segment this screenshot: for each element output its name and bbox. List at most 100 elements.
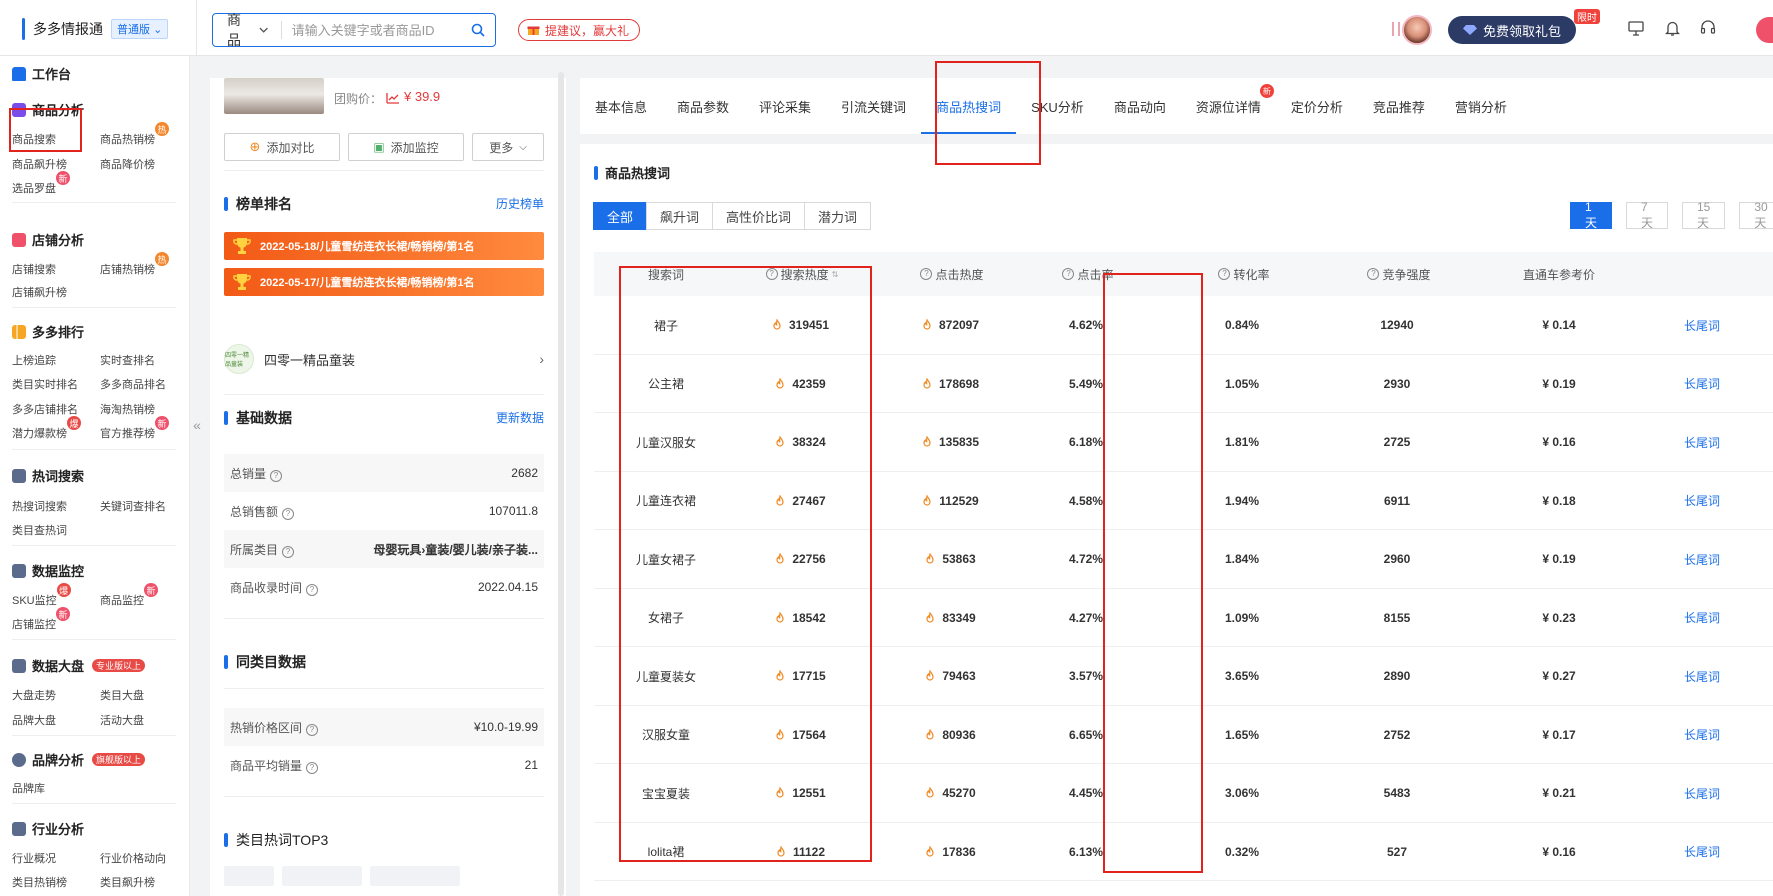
collapse-sidebar-button[interactable]: « — [190, 410, 204, 440]
sidebar-item-official-rec[interactable]: 官方推荐榜新 — [100, 416, 169, 441]
sidebar-section-rankings[interactable]: 多多排行 — [12, 322, 84, 341]
sidebar-item-brand-library[interactable]: 品牌库 — [12, 780, 45, 796]
product-thumbnail[interactable] — [224, 78, 324, 114]
filter-rising[interactable]: 飙升词 — [646, 202, 714, 230]
hot-word-chip[interactable] — [370, 866, 460, 886]
col-search-heat[interactable]: ? 搜索热度 ⇅ — [740, 252, 860, 296]
long-tail-link[interactable]: 长尾词 — [1684, 647, 1744, 705]
sidebar-section-industry[interactable]: 行业分析 — [12, 819, 84, 838]
sidebar-section-workbench[interactable]: 工作台 — [12, 64, 71, 83]
long-tail-link[interactable]: 长尾词 — [1684, 355, 1744, 413]
sidebar-item-category-market[interactable]: 类目大盘 — [100, 687, 144, 703]
sidebar-item-shop-rising[interactable]: 店铺飙升榜 — [12, 284, 67, 300]
sidebar-item-category-rank[interactable]: 类目实时排名 — [12, 376, 78, 392]
sidebar-item-product-hot[interactable]: 商品热销榜热 — [100, 122, 169, 147]
sidebar-item-shop-monitor[interactable]: 店铺监控新 — [12, 607, 70, 632]
hot-word-chip[interactable] — [224, 866, 274, 886]
range-7d[interactable]: 7天 — [1626, 200, 1668, 230]
help-icon[interactable]: ? — [1062, 268, 1075, 280]
filter-value[interactable]: 高性价比词 — [712, 202, 806, 230]
tab-9[interactable]: 竞品推荐 — [1358, 78, 1440, 134]
filter-potential[interactable]: 潜力词 — [804, 202, 872, 230]
add-monitor-button[interactable]: ▣ 添加监控 — [348, 133, 464, 161]
sidebar-item-industry-overview[interactable]: 行业概况 — [12, 850, 56, 866]
sidebar-item-product-compass[interactable]: 选品罗盘新 — [12, 171, 70, 196]
help-icon[interactable]: ? — [306, 583, 319, 596]
update-data-link[interactable]: 更新数据 — [496, 409, 544, 426]
plan-badge[interactable]: 普通版 ⌄ — [111, 19, 169, 39]
sidebar-item-event-market[interactable]: 活动大盘 — [100, 712, 144, 728]
history-ranking-link[interactable]: 历史榜单 — [496, 195, 544, 212]
sidebar-item-product-rank[interactable]: 多多商品排名 — [100, 376, 166, 392]
sidebar-section-shop-analysis[interactable]: 店铺分析 — [12, 230, 84, 249]
add-compare-button[interactable]: ⊕ 添加对比 — [224, 133, 340, 161]
search-button[interactable] — [471, 23, 485, 37]
help-icon[interactable]: ? — [306, 723, 319, 736]
sidebar-item-category-hot[interactable]: 类目热销榜 — [12, 874, 67, 890]
sidebar-item-rank-tracking[interactable]: 上榜追踪 — [12, 352, 56, 368]
sidebar-item-product-monitor[interactable]: 商品监控新 — [100, 583, 158, 608]
rank-banner[interactable]: 2022-05-18/儿童雪纺连衣长裙/畅销榜/第1名 — [224, 232, 544, 260]
sidebar-item-brand-market[interactable]: 品牌大盘 — [12, 712, 56, 728]
sidebar-item-category-hot-words[interactable]: 类目查热词 — [12, 522, 67, 538]
search-input[interactable] — [281, 22, 471, 38]
range-15d[interactable]: 15天 — [1682, 200, 1726, 230]
panel-scrollbar[interactable] — [558, 72, 564, 896]
hot-word-chip[interactable] — [282, 866, 362, 886]
tab-4[interactable]: 商品热搜词 — [921, 78, 1017, 134]
support-button[interactable] — [1698, 18, 1718, 38]
shop-row[interactable]: 四零一精品童装 四零一精品童装 › — [224, 342, 544, 376]
sort-icon[interactable]: ⇅ — [832, 270, 839, 279]
sidebar-item-realtime-rank[interactable]: 实时查排名 — [100, 352, 155, 368]
tab-6[interactable]: 商品动向 — [1099, 78, 1181, 134]
sidebar-section-monitoring[interactable]: 数据监控 — [12, 561, 84, 580]
sidebar-item-potential-hot[interactable]: 潜力爆款榜爆 — [12, 416, 81, 441]
sidebar-item-keyword-rank[interactable]: 关键词查排名 — [100, 498, 166, 514]
sidebar-item-shop-rank[interactable]: 多多店铺排名 — [12, 401, 78, 417]
long-tail-link[interactable]: 长尾词 — [1684, 589, 1744, 647]
help-icon[interactable]: ? — [270, 469, 283, 482]
tab-1[interactable]: 商品参数 — [662, 78, 744, 134]
tab-5[interactable]: SKU分析 — [1016, 78, 1099, 134]
range-1d[interactable]: 1天 — [1570, 200, 1612, 230]
tab-8[interactable]: 定价分析 — [1276, 78, 1358, 134]
sidebar-item-overseas-hot[interactable]: 海淘热销榜 — [100, 401, 155, 417]
sidebar-section-brand[interactable]: 品牌分析 旗舰版以上 — [12, 750, 146, 769]
tab-0[interactable]: 基本信息 — [580, 78, 662, 134]
long-tail-link[interactable]: 长尾词 — [1684, 823, 1744, 881]
sidebar-section-hot-words[interactable]: 热词搜索 — [12, 466, 84, 485]
suggest-button[interactable]: 提建议，赢大礼 — [518, 19, 641, 41]
help-icon[interactable]: ? — [920, 268, 933, 280]
sidebar-item-industry-price[interactable]: 行业价格动向 — [100, 850, 166, 866]
sidebar-section-market[interactable]: 数据大盘 专业版以上 — [12, 656, 146, 675]
sidebar-item-product-price-drop[interactable]: 商品降价榜 — [100, 156, 155, 172]
help-icon[interactable]: ? — [1367, 268, 1380, 280]
long-tail-link[interactable]: 长尾词 — [1684, 413, 1744, 471]
sidebar-item-category-rising[interactable]: 类目飙升榜 — [100, 874, 155, 890]
free-gift-button[interactable]: 免费领取礼包 — [1448, 16, 1576, 44]
help-icon[interactable]: ? — [765, 268, 778, 280]
tab-7[interactable]: 资源位详情新 — [1181, 78, 1276, 134]
long-tail-link[interactable]: 长尾词 — [1684, 472, 1744, 530]
user-menu-button[interactable] — [1756, 17, 1773, 43]
tab-3[interactable]: 引流关键词 — [826, 78, 921, 134]
more-button[interactable]: 更多 ⌵ — [472, 133, 544, 161]
sidebar-item-shop-hot[interactable]: 店铺热销榜热 — [100, 252, 169, 277]
long-tail-link[interactable]: 长尾词 — [1684, 530, 1744, 588]
sidebar-item-hot-word-search[interactable]: 热搜词搜索 — [12, 498, 67, 514]
long-tail-link[interactable]: 长尾词 — [1684, 706, 1744, 764]
sidebar-item-product-rising[interactable]: 商品飙升榜 — [12, 156, 67, 172]
sidebar-item-market-trend[interactable]: 大盘走势 — [12, 687, 56, 703]
search-type-select[interactable]: 商品 — [213, 12, 282, 48]
help-icon[interactable]: ? — [1218, 268, 1231, 280]
notification-button[interactable] — [1662, 18, 1682, 38]
sidebar-item-shop-search[interactable]: 店铺搜索 — [12, 261, 56, 277]
long-tail-link[interactable]: 长尾词 — [1684, 296, 1744, 354]
filter-all[interactable]: 全部 — [593, 202, 648, 230]
sidebar-section-product-analysis[interactable]: 商品分析 — [12, 100, 84, 119]
tab-10[interactable]: 营销分析 — [1440, 78, 1522, 134]
range-30d[interactable]: 30天 — [1739, 200, 1773, 230]
help-icon[interactable]: ? — [306, 761, 319, 774]
long-tail-link[interactable]: 长尾词 — [1684, 764, 1744, 822]
sidebar-item-product-search[interactable]: 商品搜索 — [12, 131, 56, 147]
